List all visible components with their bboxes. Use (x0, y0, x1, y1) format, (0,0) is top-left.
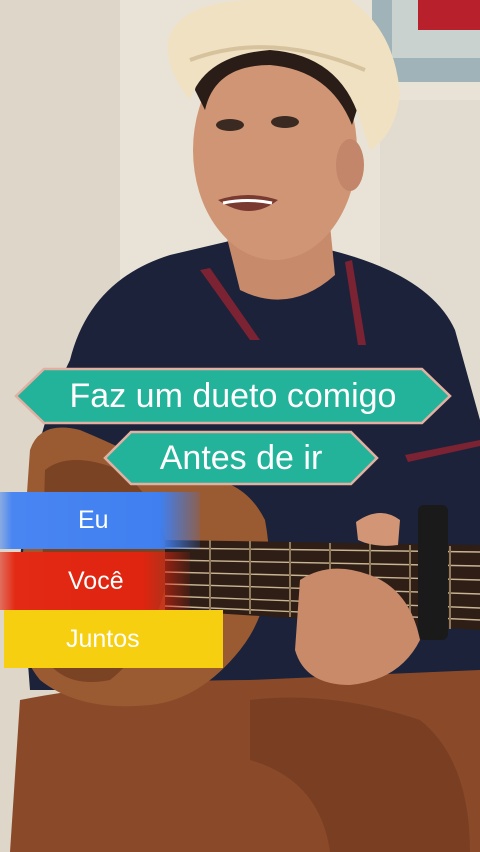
lyric-banner-line2: Antes de ir (103, 430, 379, 486)
part-label-juntos: Juntos (4, 610, 223, 668)
part-label-juntos-text: Juntos (66, 625, 140, 653)
lyric-banner-line1: Faz um dueto comigo (14, 367, 452, 425)
lyric-text-line2: Antes de ir (159, 439, 323, 477)
part-label-eu-text: Eu (78, 506, 109, 534)
part-label-eu: Eu (0, 492, 200, 549)
thumb (356, 512, 400, 546)
part-label-voce: Você (0, 552, 190, 610)
part-label-voce-text: Você (68, 567, 124, 595)
lyric-text-line1: Faz um dueto comigo (69, 377, 397, 415)
video-frame (0, 0, 480, 852)
